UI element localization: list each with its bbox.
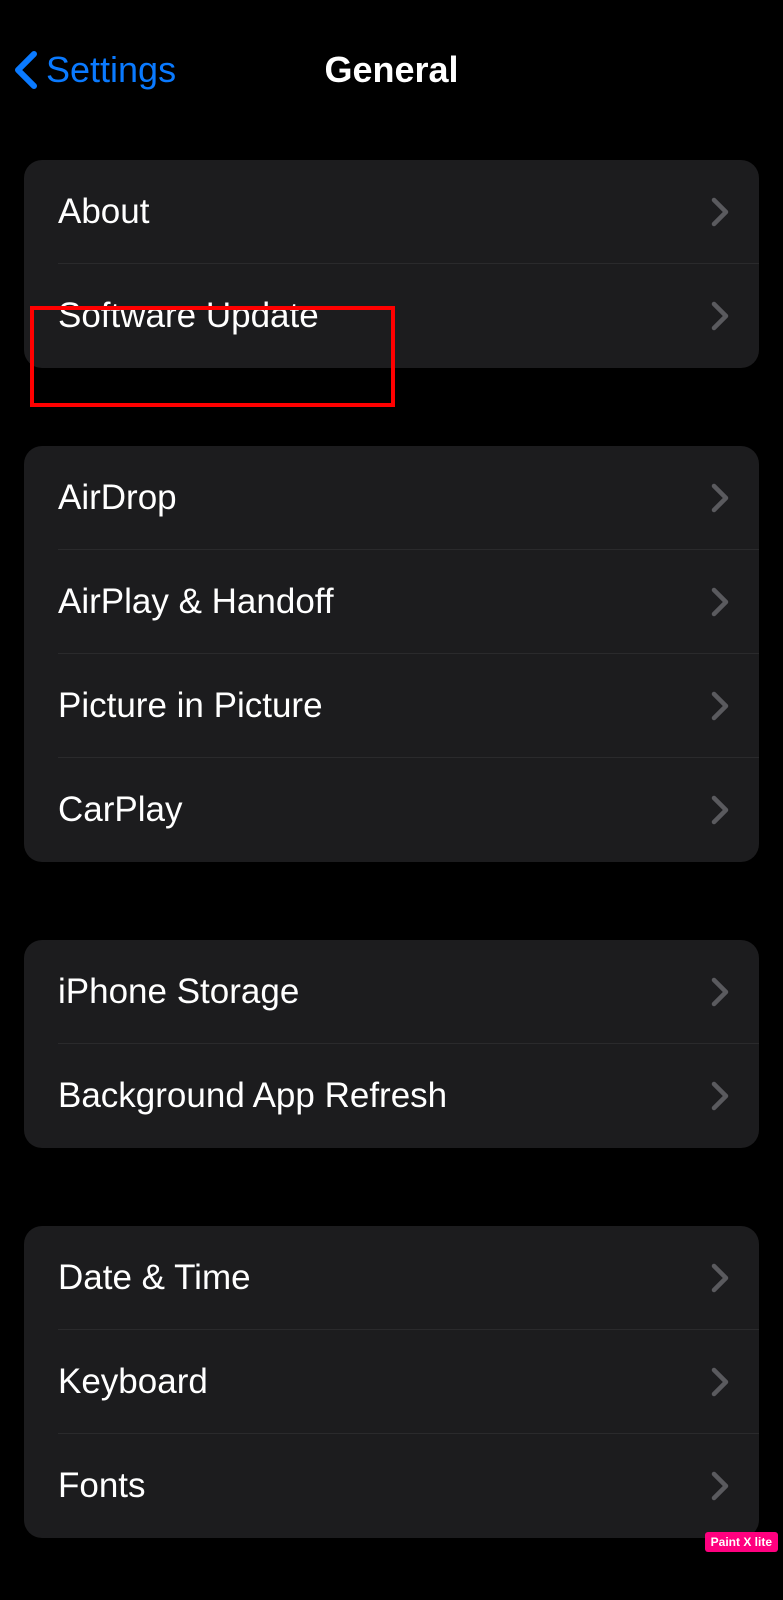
row-airdrop[interactable]: AirDrop	[24, 446, 759, 550]
back-button[interactable]: Settings	[14, 49, 176, 91]
row-software-update[interactable]: Software Update	[24, 264, 759, 368]
chevron-right-icon	[711, 691, 729, 721]
row-label: Fonts	[58, 1466, 146, 1506]
row-label: AirPlay & Handoff	[58, 582, 334, 622]
row-keyboard[interactable]: Keyboard	[24, 1330, 759, 1434]
settings-group-1: About Software Update	[24, 160, 759, 368]
row-carplay[interactable]: CarPlay	[24, 758, 759, 862]
row-label: iPhone Storage	[58, 972, 299, 1012]
row-airplay-handoff[interactable]: AirPlay & Handoff	[24, 550, 759, 654]
row-picture-in-picture[interactable]: Picture in Picture	[24, 654, 759, 758]
chevron-right-icon	[711, 1081, 729, 1111]
row-label: Date & Time	[58, 1258, 251, 1298]
chevron-right-icon	[711, 1471, 729, 1501]
back-label: Settings	[46, 49, 176, 91]
settings-group-4: Date & Time Keyboard Fonts	[24, 1226, 759, 1538]
chevron-right-icon	[711, 197, 729, 227]
row-label: Background App Refresh	[58, 1076, 447, 1116]
watermark-badge: Paint X lite	[705, 1532, 778, 1552]
chevron-right-icon	[711, 587, 729, 617]
page-title: General	[324, 49, 458, 91]
navigation-bar: Settings General	[0, 0, 783, 100]
chevron-right-icon	[711, 1263, 729, 1293]
row-label: AirDrop	[58, 478, 177, 518]
row-iphone-storage[interactable]: iPhone Storage	[24, 940, 759, 1044]
row-label: CarPlay	[58, 790, 182, 830]
row-background-app-refresh[interactable]: Background App Refresh	[24, 1044, 759, 1148]
row-label: Keyboard	[58, 1362, 208, 1402]
row-label: Picture in Picture	[58, 686, 323, 726]
row-label: About	[58, 192, 149, 232]
chevron-right-icon	[711, 301, 729, 331]
chevron-right-icon	[711, 1367, 729, 1397]
row-date-time[interactable]: Date & Time	[24, 1226, 759, 1330]
chevron-right-icon	[711, 795, 729, 825]
settings-group-2: AirDrop AirPlay & Handoff Picture in Pic…	[24, 446, 759, 862]
chevron-right-icon	[711, 977, 729, 1007]
chevron-right-icon	[711, 483, 729, 513]
settings-content: About Software Update AirDrop AirPlay & …	[0, 100, 783, 1538]
row-about[interactable]: About	[24, 160, 759, 264]
settings-group-3: iPhone Storage Background App Refresh	[24, 940, 759, 1148]
row-label: Software Update	[58, 296, 319, 336]
chevron-left-icon	[14, 50, 38, 90]
row-fonts[interactable]: Fonts	[24, 1434, 759, 1538]
